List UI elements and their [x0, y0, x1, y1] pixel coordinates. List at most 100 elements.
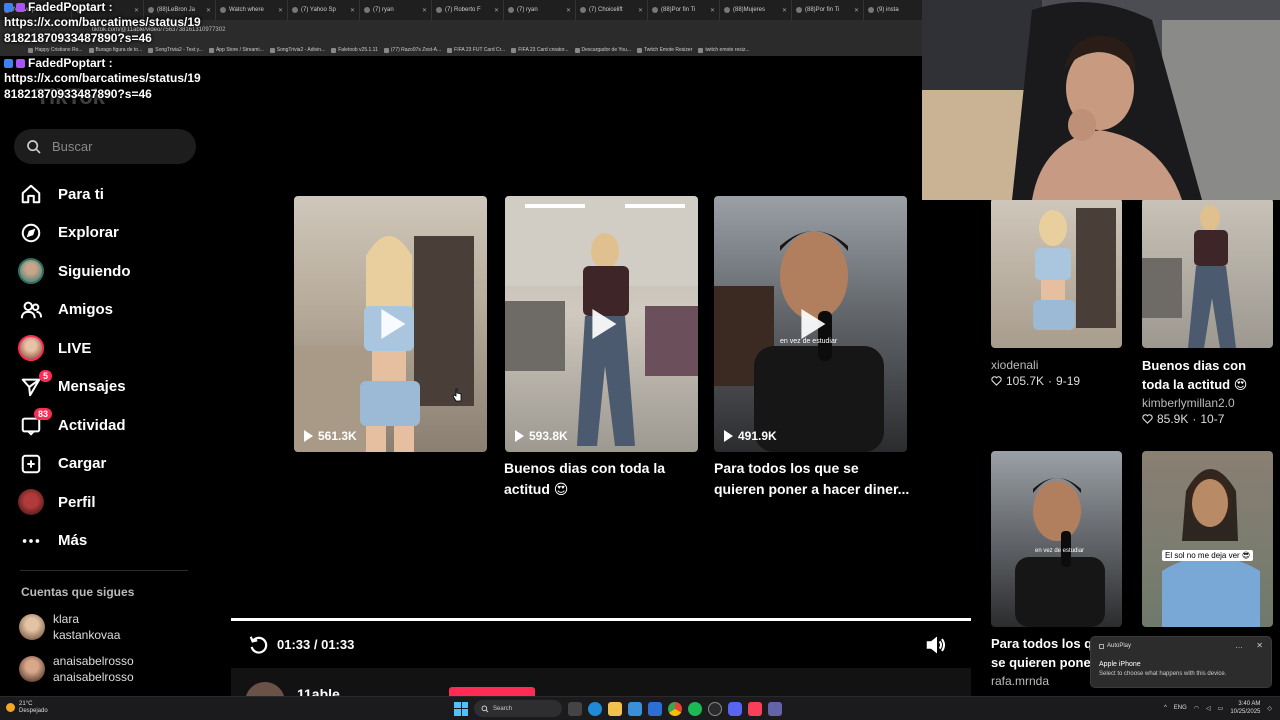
follow-button[interactable] [449, 687, 535, 696]
bookmark-item[interactable]: Happy Cristiano Ro... [28, 47, 83, 53]
bookmark-item[interactable]: SongTrivia2 - Test y... [148, 47, 203, 53]
tab-label: (7) Yahoo Sp [301, 7, 336, 13]
wifi-icon[interactable]: ◠ [1194, 705, 1199, 712]
mail-icon[interactable] [648, 701, 662, 716]
nav-item-cargar[interactable]: Cargar [18, 445, 198, 484]
bookmark-label: SongTrivia2 - Test y... [155, 47, 203, 53]
bookmark-item[interactable]: Faletoob v25.1.11 [331, 47, 378, 53]
close-tab-icon[interactable]: ✕ [638, 7, 643, 14]
bookmark-item[interactable]: Twitch Emote Resizer [637, 47, 692, 53]
nav-item-mensajes[interactable]: 5 Mensajes [18, 368, 198, 407]
notification-bell-icon[interactable]: ◇ [1267, 705, 1272, 712]
related-video-thumbnail[interactable]: El sol no me deja ver 😎 [1142, 451, 1273, 627]
browser-tab[interactable]: (88)Por fin Ti ✕ [648, 0, 720, 20]
clock[interactable]: 3:40 AM 10/25/2025 [1230, 700, 1260, 716]
close-icon[interactable]: ✕ [1256, 641, 1263, 650]
playback-time: 01:33 / 01:33 [277, 637, 355, 652]
close-tab-icon[interactable]: ✕ [278, 7, 283, 14]
profile-avatar-icon [18, 489, 44, 516]
search-box[interactable] [14, 129, 196, 164]
steam-icon[interactable] [708, 701, 722, 716]
bookmark-item[interactable]: (77) Razo97s Zest-A... [383, 47, 441, 53]
bookmark-item[interactable]: FIFA 23 FUT Card Cr... [447, 47, 505, 53]
tab-label: (7) Choicelift [589, 7, 623, 13]
tab-favicon-icon [652, 7, 658, 13]
minimize-icon[interactable]: … [1235, 641, 1243, 650]
chrome-icon[interactable] [668, 701, 682, 716]
browser-tab[interactable]: Watch where ✕ [216, 0, 288, 20]
bookmark-favicon-icon [574, 47, 580, 53]
video-caption[interactable]: Buenos dias con toda la actitud 😍 [504, 458, 704, 500]
close-tab-icon[interactable]: ✕ [350, 7, 355, 14]
video-card[interactable]: en vez de estudiar 491.9K [714, 196, 907, 452]
bookmark-item[interactable]: twitch emote resiz... [698, 47, 750, 53]
related-video-thumbnail[interactable]: en vez de estudiar [991, 451, 1122, 627]
edge-icon[interactable] [588, 701, 602, 716]
nav-item-para-ti[interactable]: Para ti [18, 175, 198, 214]
close-tab-icon[interactable]: ✕ [494, 7, 499, 14]
volume-icon[interactable] [924, 634, 948, 656]
related-video-info[interactable]: Buenos dias con toda la actitud 😍 kimber… [1142, 356, 1272, 426]
chat-text: 81821870933487890?s=46 [4, 31, 152, 45]
teams-icon[interactable] [768, 701, 782, 716]
close-tab-icon[interactable]: ✕ [422, 7, 427, 14]
following-item[interactable]: anaisabelrosso anaisabelrosso [19, 653, 134, 685]
nav-item-perfil[interactable]: Perfil [18, 483, 198, 522]
browser-tab[interactable]: (9) insta✕ [864, 0, 922, 20]
music-icon[interactable] [748, 701, 762, 716]
tray-chevron-icon[interactable]: ^ [1164, 705, 1167, 711]
speaker-icon[interactable]: ◁ [1206, 705, 1211, 712]
bookmark-item[interactable]: FIFA 23 Card creator... [511, 47, 569, 53]
nav-item-actividad[interactable]: 83 Actividad [18, 406, 198, 445]
discord-icon[interactable] [728, 701, 742, 716]
thumbnail-overlay-text: en vez de estudiar [1035, 548, 1085, 554]
taskbar-search[interactable]: Search [474, 700, 562, 717]
related-video-thumbnail[interactable] [1142, 198, 1273, 348]
autoplay-notification[interactable]: AutoPlay … ✕ Apple iPhone Select to choo… [1090, 636, 1272, 688]
play-icon [800, 309, 825, 339]
nav-item-siguiendo[interactable]: Siguiendo [18, 252, 198, 291]
browser-tab[interactable]: (7) Roberto F ✕ [432, 0, 504, 20]
chat-username: FadedPoptart : [28, 0, 113, 14]
following-item[interactable]: klara kastankovaa [19, 611, 120, 643]
task-view-icon[interactable] [568, 701, 582, 716]
bookmark-item[interactable]: SongTrivia2 - Adivin... [269, 47, 325, 53]
replay-icon[interactable] [248, 634, 270, 656]
related-video-info[interactable]: xiodenali 105.7K · 9-19 [991, 356, 1121, 388]
video-card[interactable]: 561.3K [294, 196, 487, 452]
file-explorer-icon[interactable] [608, 701, 622, 716]
video-card[interactable]: 593.8K [505, 196, 698, 452]
related-video-thumbnail[interactable] [991, 198, 1122, 348]
browser-tab[interactable]: (7) Yahoo Sp ✕ [288, 0, 360, 20]
close-tab-icon[interactable]: ✕ [854, 7, 859, 14]
browser-tab[interactable]: (7) ryan ✕ [504, 0, 576, 20]
bookmark-item[interactable]: Burago figura de to... [88, 47, 142, 53]
following-avatar-icon [18, 258, 44, 285]
video-caption[interactable]: Para todos los que se quieren poner a ha… [714, 458, 914, 500]
nav-item-amigos[interactable]: Amigos [18, 291, 198, 330]
battery-icon[interactable]: ▭ [1218, 705, 1224, 712]
store-icon[interactable] [628, 701, 642, 716]
messages-badge: 5 [38, 369, 52, 382]
browser-tab[interactable]: (7) ryan ✕ [360, 0, 432, 20]
browser-tab[interactable]: (88)Por fin Ti ✕ [792, 0, 864, 20]
close-tab-icon[interactable]: ✕ [710, 7, 715, 14]
close-tab-icon[interactable]: ✕ [782, 7, 787, 14]
bookmark-item[interactable]: App Store / Streami... [208, 47, 264, 53]
nav-item-mas[interactable]: Más [18, 522, 198, 561]
browser-tab[interactable]: (88)Mujeres ✕ [720, 0, 792, 20]
notification-body: Select to choose what happens with this … [1099, 671, 1227, 677]
nav-item-live[interactable]: LIVE [18, 329, 198, 368]
language-indicator[interactable]: ENG [1174, 705, 1187, 711]
windows-start-icon[interactable] [454, 701, 468, 716]
weather-widget[interactable]: 21°C Despejado [6, 701, 48, 715]
progress-bar[interactable] [231, 618, 971, 621]
spotify-icon[interactable] [688, 701, 702, 716]
nav-item-explorar[interactable]: Explorar [18, 214, 198, 253]
close-tab-icon[interactable]: ✕ [566, 7, 571, 14]
browser-tab[interactable]: (7) Choicelift ✕ [576, 0, 648, 20]
bookmark-item[interactable]: Descargador de You... [574, 47, 631, 53]
search-input[interactable] [52, 139, 192, 154]
tab-label: (88)Por fin Ti [805, 7, 840, 13]
chat-message-2: FadedPoptart : [4, 56, 224, 70]
